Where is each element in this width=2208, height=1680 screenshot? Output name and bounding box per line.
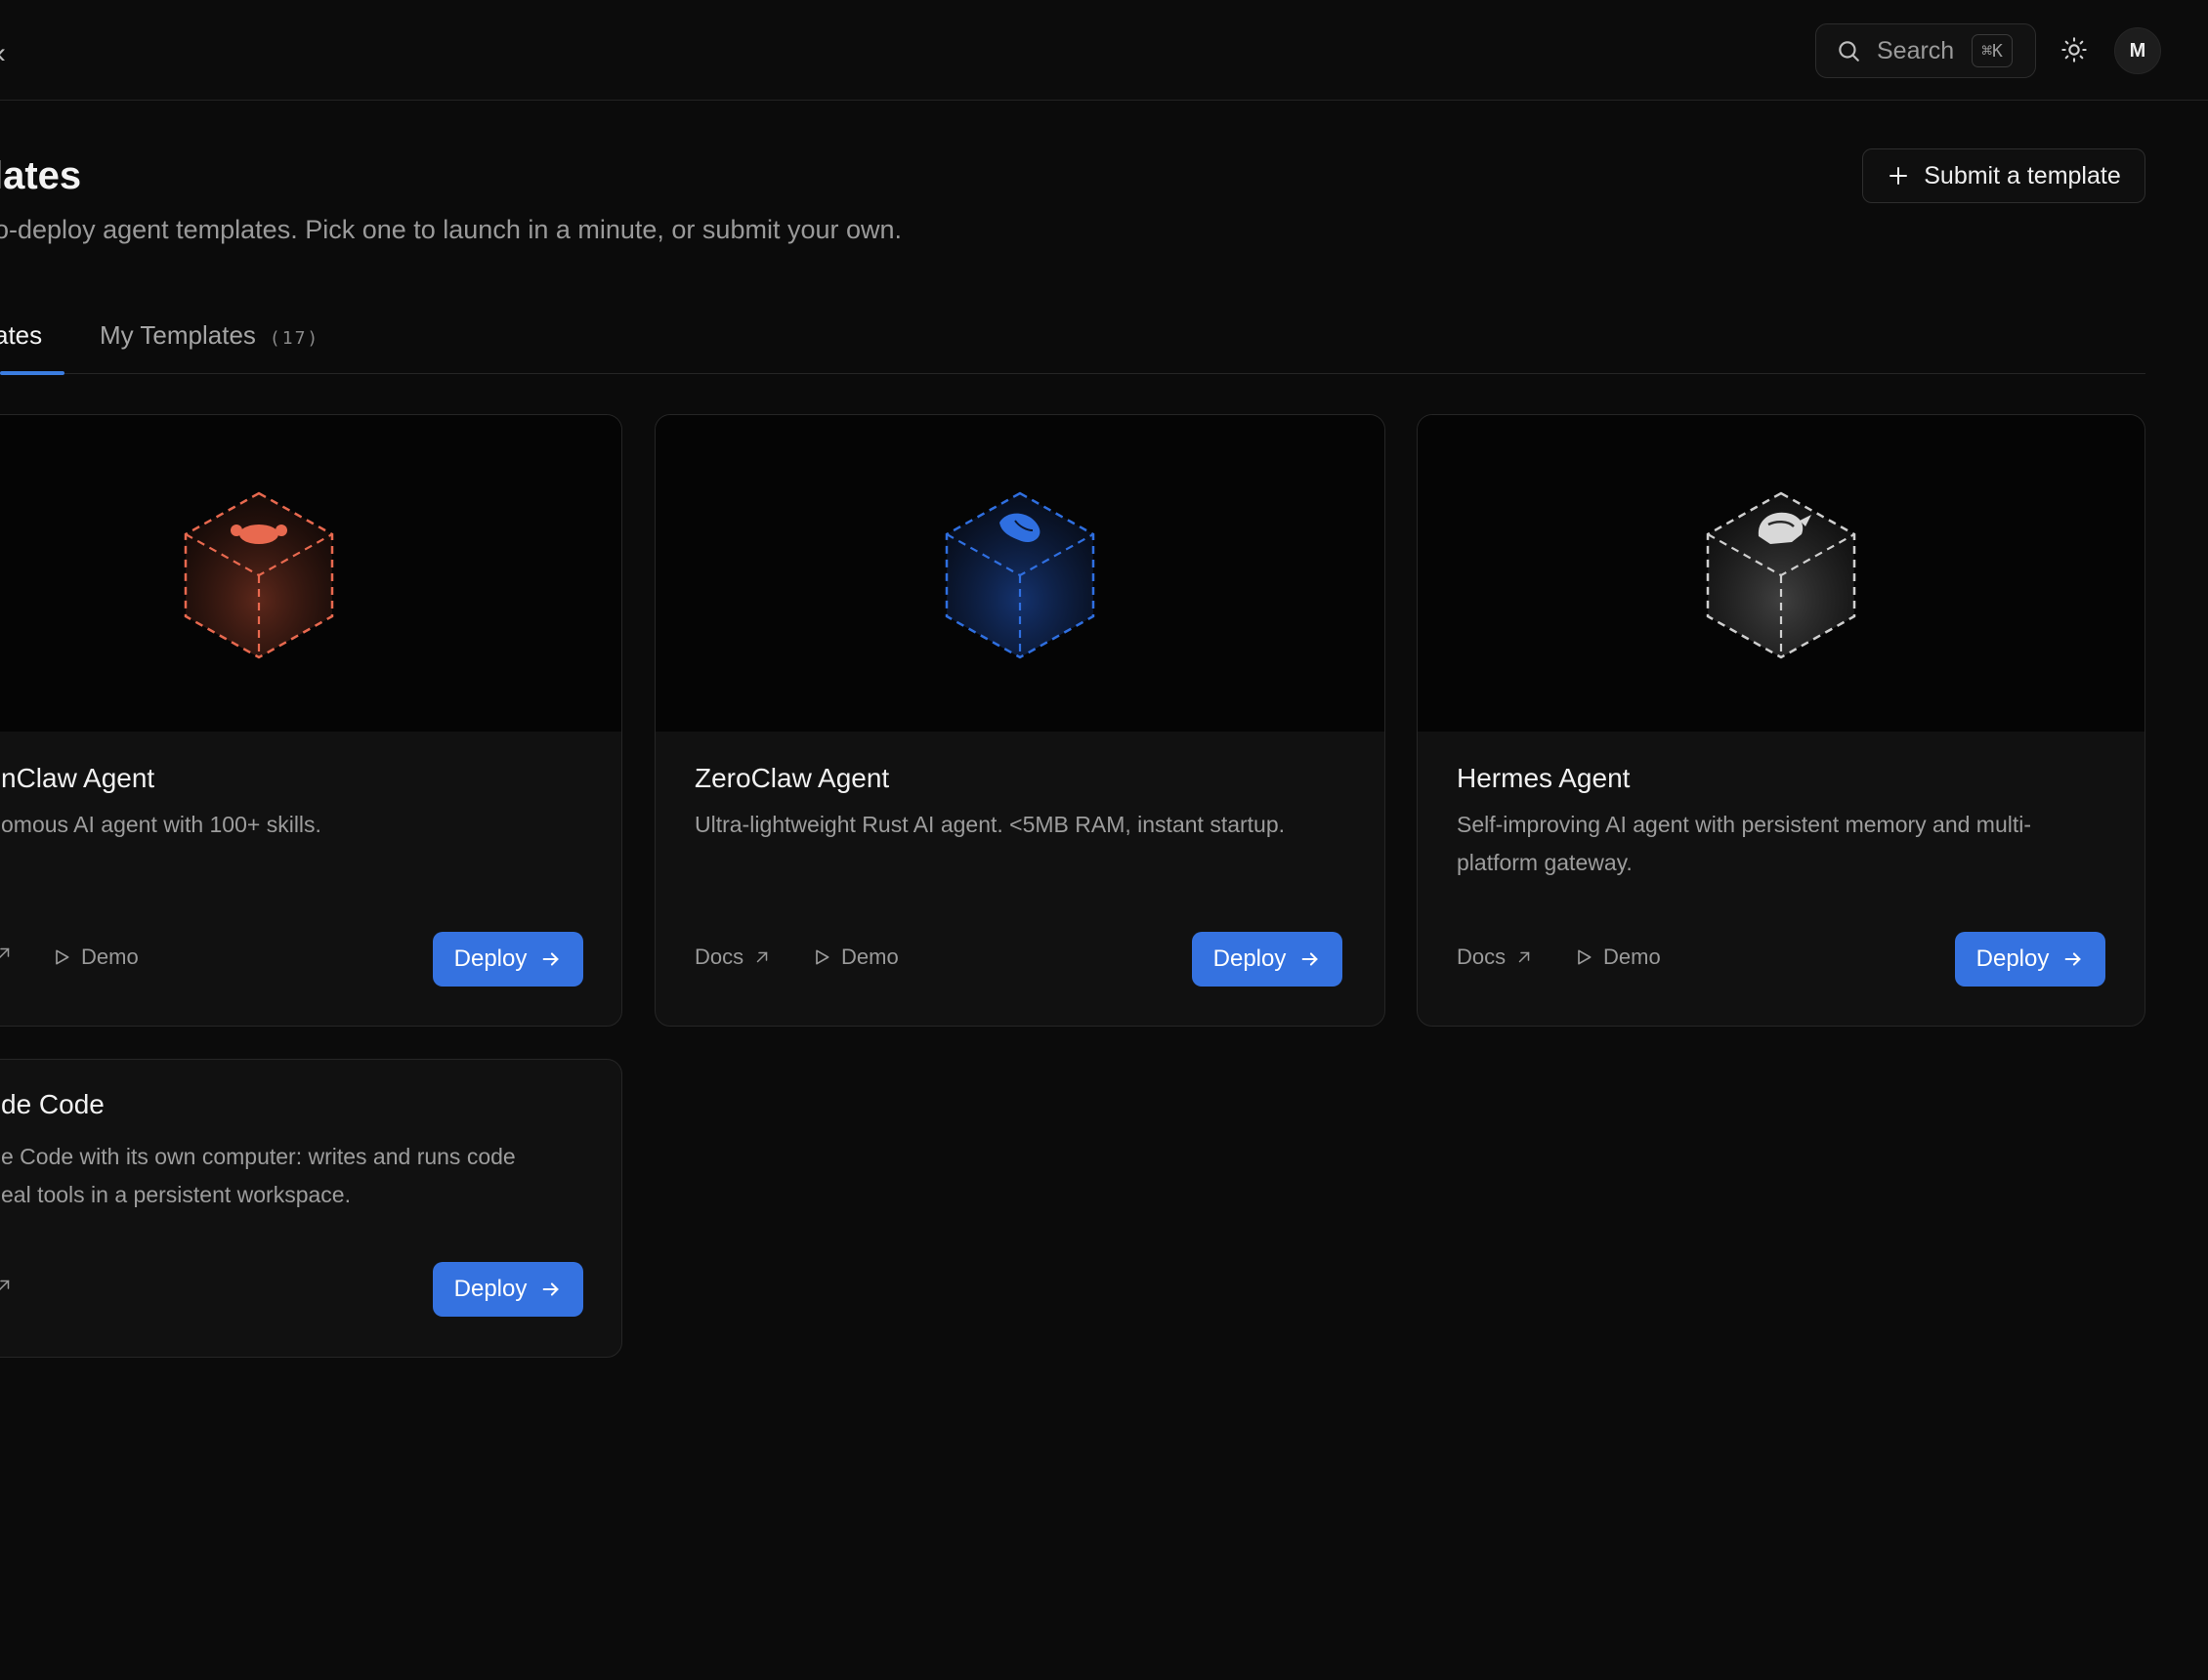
card-description-line: eal tools in a persistent workspace.	[1, 1182, 351, 1207]
demo-label: Demo	[81, 945, 139, 969]
lobster-icon	[945, 491, 1095, 659]
docs-label: Docs	[1457, 945, 1507, 969]
demo-link[interactable]: Demo	[1574, 945, 1661, 970]
card-description-line: platform gateway.	[1457, 850, 1633, 875]
app-root: ‹ Search ⌘K M lates o-deploy agent templ	[0, 0, 2208, 1680]
card-hero	[1418, 415, 2144, 732]
sun-icon	[2060, 36, 2088, 63]
deploy-label: Deploy	[1975, 945, 2050, 972]
tab-my-templates-count: (17)	[269, 328, 320, 349]
card-description-line: e Code with its own computer: writes and…	[1, 1144, 516, 1169]
card-title: nClaw Agent	[1, 763, 155, 793]
template-card-openclaw[interactable]: nClaw Agent omous AI agent with 100+ ski…	[0, 414, 622, 1027]
search-icon	[1836, 38, 1861, 63]
tabs-divider	[0, 373, 2145, 374]
search-label: Search	[1877, 36, 1955, 64]
template-card-hermes[interactable]: Hermes Agent Self-improving AI agent wit…	[1417, 414, 2145, 1027]
docs-link[interactable]	[0, 945, 13, 962]
page-title: lates	[0, 154, 82, 197]
docs-label: Docs	[695, 945, 744, 969]
theme-toggle-button[interactable]	[2058, 33, 2091, 66]
top-bar: ‹ Search ⌘K M	[0, 0, 2208, 101]
crab-icon	[184, 491, 334, 659]
play-icon	[812, 947, 831, 967]
arrow-right-icon	[1299, 948, 1321, 970]
arrow-right-icon	[540, 948, 562, 970]
arrow-up-right-icon	[0, 1277, 13, 1294]
search-shortcut: ⌘K	[1972, 34, 2013, 67]
page-subtitle: o-deploy agent templates. Pick one to la…	[0, 215, 903, 244]
hermes-helmet-icon	[1706, 491, 1856, 659]
card-title: ZeroClaw Agent	[695, 763, 890, 793]
play-icon	[52, 947, 71, 967]
demo-link[interactable]: Demo	[52, 945, 139, 970]
arrow-right-icon	[2062, 948, 2084, 970]
arrow-up-right-icon	[0, 945, 13, 962]
docs-link[interactable]: Docs	[1457, 945, 1533, 970]
card-description-line: Self-improving AI agent with persistent …	[1457, 812, 2032, 837]
card-title: Hermes Agent	[1457, 763, 1631, 793]
tab-my-templates[interactable]: My Templates (17)	[100, 320, 319, 351]
tab-all-templates[interactable]: ates	[0, 320, 42, 351]
docs-link[interactable]	[0, 1277, 13, 1294]
deploy-label: Deploy	[1212, 945, 1287, 972]
avatar[interactable]: M	[2114, 27, 2161, 74]
deploy-label: Deploy	[453, 945, 528, 972]
card-description: e Code with its own computer: writes and…	[1, 1138, 607, 1214]
play-icon	[1574, 947, 1593, 967]
card-hero	[0, 415, 621, 732]
arrow-up-right-icon	[753, 948, 771, 966]
deploy-button[interactable]: Deploy	[433, 1262, 583, 1317]
demo-label: Demo	[1603, 945, 1661, 969]
card-hero	[656, 415, 1384, 732]
docs-link[interactable]: Docs	[695, 945, 771, 970]
card-description: omous AI agent with 100+ skills.	[1, 812, 321, 837]
active-tab-indicator	[0, 371, 64, 375]
deploy-button[interactable]: Deploy	[433, 932, 583, 987]
arrow-right-icon	[540, 1279, 562, 1300]
deploy-button[interactable]: Deploy	[1955, 932, 2105, 987]
card-title: de Code	[1, 1089, 105, 1119]
demo-link[interactable]: Demo	[812, 945, 899, 970]
submit-template-button[interactable]: Submit a template	[1862, 148, 2145, 203]
template-card-zeroclaw[interactable]: ZeroClaw Agent Ultra-lightweight Rust AI…	[655, 414, 1385, 1027]
arrow-up-right-icon	[1515, 948, 1533, 966]
deploy-label: Deploy	[453, 1276, 528, 1302]
deploy-button[interactable]: Deploy	[1192, 932, 1342, 987]
back-chevron-icon[interactable]: ‹	[0, 37, 6, 70]
card-description: Ultra-lightweight Rust AI agent. <5MB RA…	[695, 812, 1286, 837]
demo-label: Demo	[841, 945, 899, 969]
submit-template-label: Submit a template	[1924, 161, 2121, 189]
plus-icon	[1887, 164, 1910, 188]
template-card-claude-code[interactable]: de Code e Code with its own computer: wr…	[0, 1059, 622, 1358]
card-description: Self-improving AI agent with persistent …	[1457, 806, 2131, 882]
tab-my-templates-label: My Templates	[100, 320, 256, 350]
search-button[interactable]: Search ⌘K	[1815, 23, 2036, 78]
